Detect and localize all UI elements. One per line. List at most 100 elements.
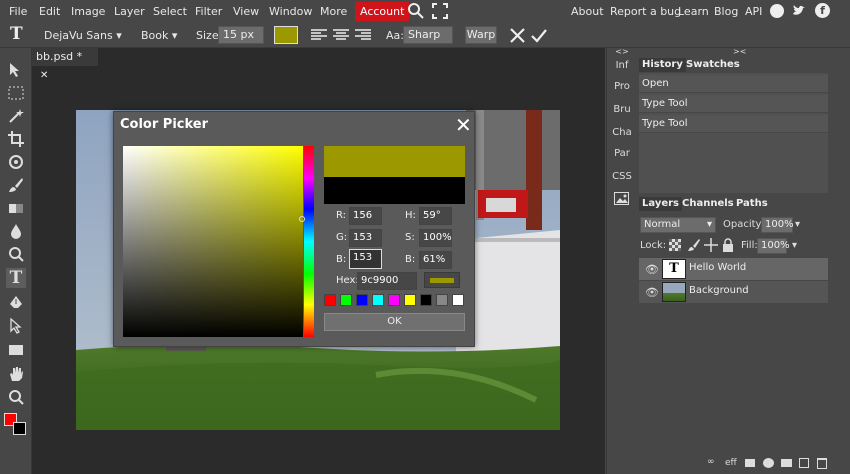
fill-tool-icon[interactable] <box>6 221 26 241</box>
tab-layers[interactable]: Layers <box>639 197 682 211</box>
saturation-value-field[interactable] <box>123 146 303 337</box>
b-input[interactable]: 153 <box>349 249 382 269</box>
palette-white[interactable] <box>452 294 464 306</box>
cancel-icon[interactable] <box>510 28 525 43</box>
twitter-icon[interactable] <box>792 4 806 18</box>
palette-magenta[interactable] <box>388 294 400 306</box>
fill-dropdown-icon[interactable]: ▾ <box>792 240 797 251</box>
link-blog[interactable]: Blog <box>714 3 738 20</box>
panel-css[interactable]: CSS <box>607 171 637 182</box>
magic-wand-icon[interactable] <box>6 106 26 126</box>
align-right-icon[interactable] <box>355 28 371 42</box>
commit-icon[interactable] <box>531 28 547 43</box>
panel-brush[interactable]: Bru <box>607 104 637 115</box>
font-style-select[interactable]: Book ▾ <box>141 27 177 44</box>
crop-tool-icon[interactable] <box>6 129 26 149</box>
move-tool-icon[interactable] <box>6 60 26 80</box>
menu-select[interactable]: Select <box>151 3 189 20</box>
lock-transparency-icon[interactable] <box>669 239 681 251</box>
panel-character[interactable]: Cha <box>607 127 637 138</box>
palette-yellow[interactable] <box>404 294 416 306</box>
size-input[interactable]: 15 px ▾ <box>218 26 264 57</box>
pen-tool-icon[interactable] <box>6 293 26 313</box>
zoom-tool-icon[interactable] <box>6 387 26 407</box>
image-panel-icon[interactable] <box>614 192 629 205</box>
align-center-icon[interactable] <box>333 28 349 42</box>
history-row[interactable]: Type Tool <box>639 95 828 113</box>
link-about[interactable]: About <box>571 3 604 20</box>
hand-tool-icon[interactable] <box>6 364 26 384</box>
old-color-preview[interactable] <box>324 177 465 204</box>
r-input[interactable]: 156 <box>349 207 382 225</box>
search-icon[interactable] <box>407 2 425 20</box>
opacity-input[interactable]: 100% <box>761 217 794 233</box>
history-row[interactable]: Open <box>639 75 828 93</box>
lock-all-icon[interactable] <box>722 238 734 252</box>
ok-button[interactable]: OK <box>324 313 465 331</box>
tab-paths[interactable]: Paths <box>733 197 771 211</box>
adjustment-layer-icon[interactable] <box>763 458 774 468</box>
opacity-dropdown-icon[interactable]: ▾ <box>795 219 800 230</box>
palette-red[interactable] <box>324 294 336 306</box>
menu-view[interactable]: View <box>231 3 261 20</box>
brightness-input[interactable]: 61% <box>419 251 452 269</box>
palette-blue[interactable] <box>356 294 368 306</box>
delete-layer-icon[interactable] <box>817 458 827 469</box>
fill-input[interactable]: 100% <box>757 238 790 254</box>
layer-mask-icon[interactable] <box>745 459 755 467</box>
panel-paragraph[interactable]: Par <box>607 148 637 159</box>
link-layers-icon[interactable]: ∞ <box>707 457 715 467</box>
expand-panels-icon[interactable]: <> <box>607 47 637 56</box>
link-api[interactable]: API <box>745 3 762 20</box>
aa-select[interactable]: Sharp ▾ <box>403 26 453 57</box>
close-dialog-icon[interactable]: ✕ <box>455 113 472 137</box>
link-report-bug[interactable]: Report a bug <box>610 3 681 20</box>
panel-info[interactable]: Inf <box>607 60 637 71</box>
menu-edit[interactable]: Edit <box>37 3 62 20</box>
link-learn[interactable]: Learn <box>678 3 709 20</box>
menu-window[interactable]: Window <box>267 3 314 20</box>
tab-channels[interactable]: Channels <box>679 197 737 211</box>
menu-more[interactable]: More <box>318 3 349 20</box>
menu-image[interactable]: Image <box>69 3 107 20</box>
document-tab[interactable]: bb.psd * ✕ <box>32 48 98 81</box>
shape-tool-icon[interactable] <box>6 340 26 360</box>
text-color-swatch[interactable] <box>274 26 298 44</box>
marquee-tool-icon[interactable] <box>6 83 26 103</box>
palette-cyan[interactable] <box>372 294 384 306</box>
align-left-icon[interactable] <box>311 28 327 42</box>
hue-slider-handle[interactable] <box>299 216 305 222</box>
zoom-lens-tool-icon[interactable] <box>6 244 26 264</box>
reddit-icon[interactable] <box>770 4 784 18</box>
lock-move-icon[interactable] <box>704 238 718 252</box>
layer-effects-button[interactable]: eff <box>725 458 737 468</box>
palette-gray[interactable] <box>436 294 448 306</box>
facebook-icon[interactable]: f <box>815 3 830 18</box>
warp-button[interactable]: Warp <box>465 26 497 44</box>
tab-history[interactable]: History <box>639 58 686 72</box>
account-button[interactable]: Account <box>355 2 410 21</box>
menu-layer[interactable]: Layer <box>112 3 147 20</box>
path-select-tool-icon[interactable] <box>6 316 26 336</box>
close-tab-icon[interactable]: ✕ <box>40 70 48 81</box>
palette-green[interactable] <box>340 294 352 306</box>
hex-input[interactable]: 9c9900 <box>357 272 417 290</box>
layer-row[interactable]: 👁 Background <box>639 281 828 303</box>
fullscreen-icon[interactable] <box>432 3 448 19</box>
new-group-icon[interactable] <box>781 459 792 467</box>
layer-row[interactable]: 👁 T Hello World <box>639 258 828 280</box>
g-input[interactable]: 153 <box>349 229 382 247</box>
eye-icon[interactable]: 👁 <box>645 286 659 299</box>
font-family-select[interactable]: DejaVu Sans ▾ <box>44 27 122 44</box>
lock-paint-icon[interactable] <box>687 238 701 252</box>
new-layer-icon[interactable] <box>799 458 809 468</box>
palette-black[interactable] <box>420 294 432 306</box>
collapse-panels-icon[interactable]: >< <box>733 47 746 56</box>
menu-file[interactable]: File <box>7 3 29 20</box>
healing-tool-icon[interactable] <box>6 152 26 172</box>
hue-slider[interactable] <box>304 146 314 337</box>
eye-icon[interactable]: 👁 <box>645 263 659 276</box>
history-row[interactable]: Type Tool <box>639 115 828 133</box>
background-color-swatch[interactable] <box>13 422 26 435</box>
s-input[interactable]: 100% <box>419 229 452 247</box>
